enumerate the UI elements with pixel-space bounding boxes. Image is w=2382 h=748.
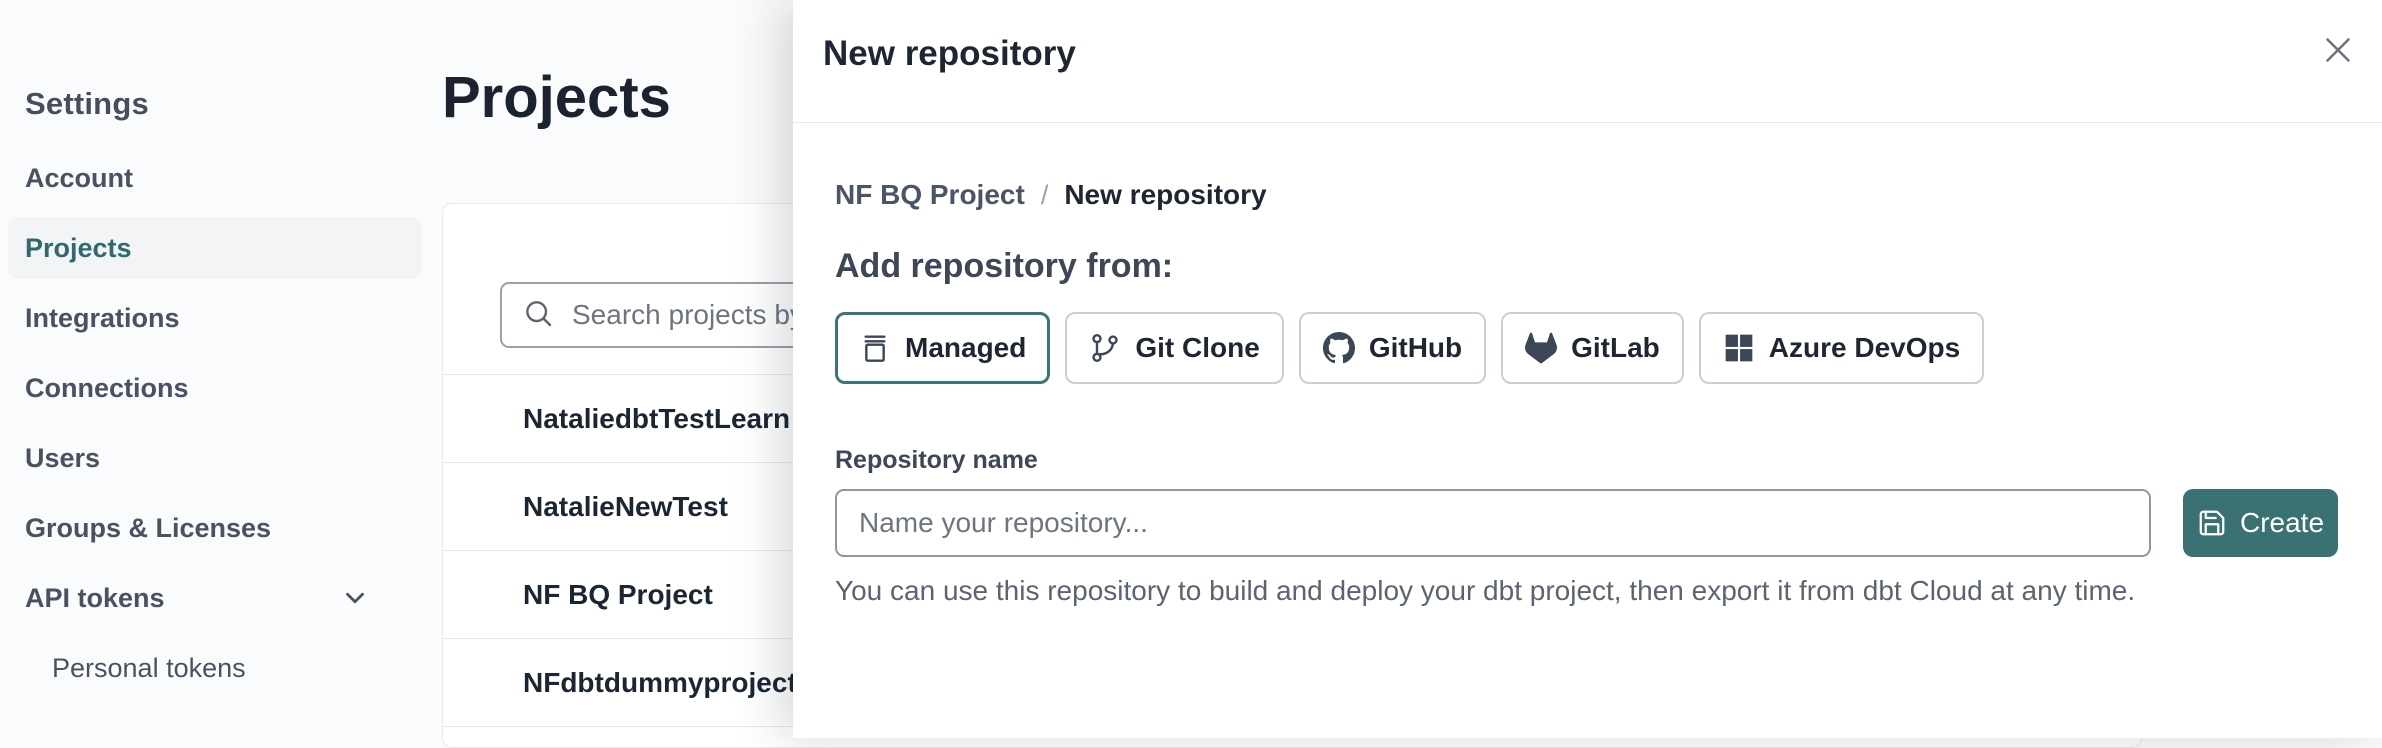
sidebar-item-label: Account xyxy=(25,163,133,194)
settings-nav: Account Projects Integrations Connection… xyxy=(8,147,422,707)
source-label: GitLab xyxy=(1571,332,1660,364)
gitlab-icon xyxy=(1525,332,1557,364)
project-name: NF BQ Project xyxy=(523,579,713,611)
sidebar-item-connections[interactable]: Connections xyxy=(8,357,422,419)
sidebar-item-integrations[interactable]: Integrations xyxy=(8,287,422,349)
source-label: GitHub xyxy=(1369,332,1462,364)
sidebar-item-label: Integrations xyxy=(25,303,180,334)
chevron-down-icon xyxy=(340,583,370,613)
sidebar-item-label: Groups & Licenses xyxy=(25,513,271,544)
modal-body: NF BQ Project / New repository Add repos… xyxy=(793,123,2382,607)
source-github-button[interactable]: GitHub xyxy=(1299,312,1486,384)
section-heading: Add repository from: xyxy=(835,247,2338,286)
sidebar-title: Settings xyxy=(25,86,430,122)
project-name: NFdbtdummyproject xyxy=(523,667,797,699)
create-button-label: Create xyxy=(2240,507,2324,539)
modal-title: New repository xyxy=(823,34,1076,74)
repository-helper-text: You can use this repository to build and… xyxy=(835,575,2338,607)
project-name: NataliedbtTestLearn T xyxy=(523,403,815,435)
source-azure-devops-button[interactable]: Azure DevOps xyxy=(1699,312,1984,384)
new-repository-modal: New repository NF BQ Project / New repos… xyxy=(793,0,2382,738)
git-branch-icon xyxy=(1089,332,1121,364)
save-icon xyxy=(2197,508,2227,538)
close-icon[interactable] xyxy=(2318,30,2358,70)
sidebar-item-users[interactable]: Users xyxy=(8,427,422,489)
managed-repo-icon xyxy=(859,332,891,364)
azure-devops-icon xyxy=(1723,332,1755,364)
sidebar-item-account[interactable]: Account xyxy=(8,147,422,209)
sidebar-item-label: Projects xyxy=(25,233,132,264)
breadcrumb-current: New repository xyxy=(1064,179,1266,211)
sidebar-item-projects[interactable]: Projects xyxy=(8,217,422,279)
source-label: Managed xyxy=(905,332,1026,364)
repository-name-row: Create xyxy=(835,489,2338,557)
modal-header: New repository xyxy=(793,0,2382,123)
source-git-clone-button[interactable]: Git Clone xyxy=(1065,312,1283,384)
sidebar-item-label: Personal tokens xyxy=(52,653,246,684)
breadcrumb-separator: / xyxy=(1041,180,1049,211)
create-button[interactable]: Create xyxy=(2183,489,2338,557)
breadcrumb-parent[interactable]: NF BQ Project xyxy=(835,179,1025,211)
sidebar-item-groups-licenses[interactable]: Groups & Licenses xyxy=(8,497,422,559)
repository-name-input[interactable] xyxy=(835,489,2151,557)
repository-name-label: Repository name xyxy=(835,446,2338,475)
repo-source-options: Managed Git Clone GitHub GitLab xyxy=(835,312,2338,384)
sidebar-item-label: API tokens xyxy=(25,583,165,614)
page-title: Projects xyxy=(442,64,671,131)
source-label: Azure DevOps xyxy=(1769,332,1960,364)
sidebar-item-label: Users xyxy=(25,443,100,474)
source-label: Git Clone xyxy=(1135,332,1259,364)
source-managed-button[interactable]: Managed xyxy=(835,312,1050,384)
project-name: NatalieNewTest xyxy=(523,491,728,523)
search-icon xyxy=(522,297,554,334)
breadcrumb: NF BQ Project / New repository xyxy=(835,179,2338,211)
settings-sidebar: Settings Account Projects Integrations C… xyxy=(0,0,430,122)
sidebar-item-personal-tokens[interactable]: Personal tokens xyxy=(8,637,422,699)
sidebar-item-label: Connections xyxy=(25,373,189,404)
source-gitlab-button[interactable]: GitLab xyxy=(1501,312,1684,384)
sidebar-item-api-tokens[interactable]: API tokens xyxy=(8,567,422,629)
github-icon xyxy=(1323,332,1355,364)
